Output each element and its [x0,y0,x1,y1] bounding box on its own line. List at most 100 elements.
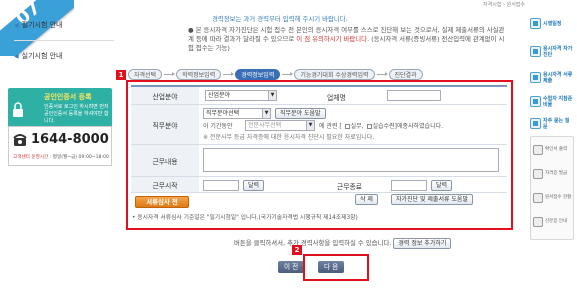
job-select[interactable]: 직무분야선택 ▼ [203,108,271,119]
check-icon [530,46,541,57]
right-quick-menu: 시행일정 응시자격 자가진단 응시자격 서류제출 수험자 지참준비물 자주 묻는… [527,0,577,291]
quick-menu-label: 원서접수 현황 [545,195,572,201]
quick-menu-faq[interactable]: 자주 묻는 질문 [530,110,574,137]
job-help-button[interactable]: 직무분야 도움말 [275,108,326,119]
practice-label: 실무 [350,123,362,130]
tab-competition[interactable]: 기능경기대회 수상경력입력 [294,68,375,80]
annotation-frame-2 [303,254,369,281]
left-nav-item-practical[interactable]: ◀ 실기시험 안내 [14,49,114,63]
notice-lead-text: 경력정보는 과거 경력부터 입력해 주시기 바랍니다. [212,15,348,23]
industry-select[interactable]: 산업분야 ▼ [205,90,277,101]
quick-menu-status[interactable]: 원서접수 현황 [533,193,573,203]
id-card-icon [533,217,543,227]
quick-menu-label: 시행일정 [543,20,562,27]
bullet-icon: ◀ [14,21,19,29]
call-center-hours: 고객센터 운영시간 : 평일(월~금) 09:00~18:00 [13,154,109,160]
review-footnote: • 응시자격 서류심사 기준일은 "필기시험일" 입니다.(국가기술자격법 시행… [132,215,358,221]
cert-title: 공인인증서 등록 [44,93,92,101]
quick-menu-label: 응시자격 서류제출 [543,71,573,84]
add-career-button[interactable]: 경력 정보 추가하기 [393,238,452,249]
job-label: 직무분야 [131,105,199,144]
step-tabs: 자격선택 학력정보입력 경력정보입력 기능경기대회 수상경력입력 진단결과 [128,68,526,80]
quick-menu-label: 신분증 안내 [545,219,568,225]
end-calendar-button[interactable]: 달력 [431,180,453,191]
quick-menu-group: 확인서 출력 자격증 발급 원서접수 현황 신분증 안내 [530,136,574,240]
left-nav-label: 필기시험 안내 [21,21,63,29]
start-calendar-button[interactable]: 달력 [243,180,265,191]
self-diagnosis-help-button[interactable]: 자가진단 및 제출서류 도움말 [391,194,473,205]
arrow-right-icon [282,71,294,76]
notice-body-highlight: 이 점 유의하시기 바랍니다. [296,35,370,43]
prev-button[interactable]: 이 전 [278,261,305,273]
start-date-input[interactable] [203,180,239,191]
content-textarea[interactable] [203,148,499,172]
left-nav-item-written[interactable]: ◀ 필기시험 안내 [14,18,114,32]
arrow-right-icon [164,71,176,76]
career-form: 산업분야 산업분야 ▼ 업체명 직무분야 직무분야선택 ▼ 직무분야 도움말 이… [131,85,507,207]
quick-menu-label: 자격증 발급 [545,171,568,177]
tab-result[interactable]: 진단결과 [388,68,423,80]
phone-icon [13,134,27,146]
left-nav-label: 실기시험 안내 [21,52,63,60]
hours-value: 평일(월~금) 09:00~18:00 [52,155,109,160]
specialty-select[interactable]: 전문사무선택 ▼ [245,120,315,131]
training-label: 실습수련 [372,123,395,130]
training-checkbox[interactable] [366,124,372,129]
job-select-value: 직무분야선택 [206,110,240,117]
form-row-job: 직무분야 직무분야선택 ▼ 직무분야 도움말 이 기간동안 전문사무선택 ▼ 에… [131,105,507,145]
hours-label: 고객센터 운영시간 : [13,155,52,160]
quick-menu-label: 자주 묻는 질문 [543,117,570,130]
cert-desc: 인증서로 로그인 하시려면 먼저 공인인증서 등록을 하셔야만 합니다. [44,104,109,124]
lock-icon [13,102,23,117]
chevron-down-icon: ▼ [262,109,270,118]
quick-menu-license[interactable]: 자격증 발급 [533,169,573,179]
practice-checkbox[interactable] [344,124,350,129]
chart-icon [533,193,543,203]
quick-menu-label: 확인서 출력 [545,147,568,153]
arrow-right-icon [223,71,235,76]
license-icon [533,169,543,179]
annotation-badge-2: 2 [292,245,302,255]
quick-menu-self-diagnosis[interactable]: 응시자격 자가진단 [530,38,574,65]
job-note: ※ 전문사무 등급 자격증에 대한 응시자격 진단시 필요한 자료입니다. [203,134,375,141]
question-icon [530,118,541,129]
add-career-text: 버튼을 클릭하셔서, 추가 경력사항을 입력하실 수 있습니다. [234,239,392,247]
end-label: 근무종료 [337,183,363,191]
calendar-icon [530,18,541,29]
document-icon [530,72,541,83]
annotation-badge-1: 1 [116,70,126,80]
form-row-dates: 근무시작 달력 근무종료 달력 [131,177,507,193]
specialty-select-value: 전문사무선택 [248,122,282,129]
period-post: ]에종사하였습니다. [394,123,444,130]
add-career-line: 버튼을 클릭하셔서, 추가 경력사항을 입력하실 수 있습니다. 경력 정보 추… [234,238,452,249]
call-center-box: 1644-8000 고객센터 운영시간 : 평일(월~금) 09:00~18:0… [8,126,112,166]
bullet-icon: ◀ [14,52,19,60]
tab-qualification[interactable]: 자격선택 [128,68,163,80]
document-review-button[interactable]: 서류심사 전 [135,196,189,208]
print-icon [533,145,543,155]
left-nav: ◀ 필기시험 안내 ◀ 실기시험 안내 [14,18,114,63]
form-row-content: 근무내용 [131,145,507,177]
quick-menu-documents[interactable]: 응시자격 서류제출 [530,64,574,91]
content-label: 근무내용 [131,145,199,176]
tab-career[interactable]: 경력정보입력 [235,68,281,80]
industry-select-value: 산업분야 [208,92,231,99]
breadcrumb: 자격시험 › 원서접수 [483,2,525,8]
form-row-industry: 산업분야 산업분야 ▼ 업체명 [131,87,507,105]
quick-menu-schedule[interactable]: 시행일정 [530,10,574,37]
industry-label: 산업분야 [131,87,199,104]
quick-menu-label: 수험자 지참준비물 [543,95,573,108]
chevron-down-icon: ▼ [268,91,276,100]
tab-education[interactable]: 학력정보입력 [176,68,222,80]
quick-menu-label: 응시자격 자가진단 [543,45,573,58]
notice-text: ● 본 응시자격 자가진단은 시험 접수 전 본인의 응시자격 여부를 스스로 … [188,26,510,53]
end-date-input[interactable] [391,180,427,191]
company-input[interactable] [387,90,441,101]
call-center-number: 1644-8000 [31,132,109,147]
period-line: 에 관련 [ 실무, 실습수련]에종사하였습니다. [319,123,444,130]
delete-button[interactable]: 삭 제 [355,194,378,205]
chevron-down-icon: ▼ [306,121,314,130]
notice-lead: 경력정보는 과거 경력부터 입력해 주시기 바랍니다. [212,14,348,23]
quick-menu-id[interactable]: 신분증 안내 [533,217,573,227]
quick-menu-print[interactable]: 확인서 출력 [533,145,573,155]
